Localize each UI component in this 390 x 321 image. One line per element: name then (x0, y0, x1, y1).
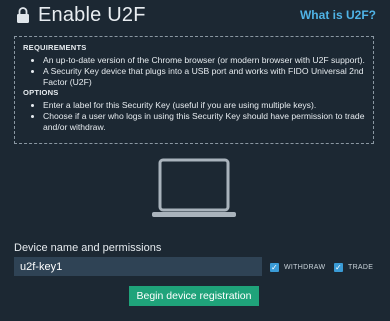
begin-registration-button[interactable]: Begin device registration (129, 286, 259, 306)
device-name-label: Device name and permissions (14, 242, 162, 254)
withdraw-permission[interactable]: ✓ WITHDRAW (270, 261, 325, 273)
options-list: Enter a label for this Security Key (use… (23, 100, 365, 133)
trade-permission[interactable]: ✓ TRADE (334, 261, 373, 273)
page-title: Enable U2F (38, 4, 146, 26)
option-item: Enter a label for this Security Key (use… (43, 100, 365, 111)
page-header: Enable U2F What is U2F? (0, 0, 390, 34)
laptop-icon (152, 158, 236, 217)
option-item: Choose if a user who logs in using this … (43, 111, 365, 132)
checkbox-checked-icon[interactable]: ✓ (270, 262, 279, 272)
requirements-list: An up-to-date version of the Chrome brow… (23, 55, 365, 88)
requirements-heading: REQUIREMENTS (23, 43, 87, 52)
info-box: REQUIREMENTS An up-to-date version of th… (14, 36, 374, 144)
requirement-item: A Security Key device that plugs into a … (43, 66, 365, 87)
withdraw-label: WITHDRAW (284, 263, 326, 271)
trade-label: TRADE (348, 263, 374, 271)
lock-icon (17, 7, 29, 23)
device-name-input[interactable] (14, 257, 262, 276)
checkbox-checked-icon[interactable]: ✓ (334, 262, 343, 272)
requirement-item: An up-to-date version of the Chrome brow… (43, 55, 365, 66)
what-is-u2f-link[interactable]: What is U2F? (300, 8, 376, 22)
options-heading: OPTIONS (23, 88, 59, 97)
